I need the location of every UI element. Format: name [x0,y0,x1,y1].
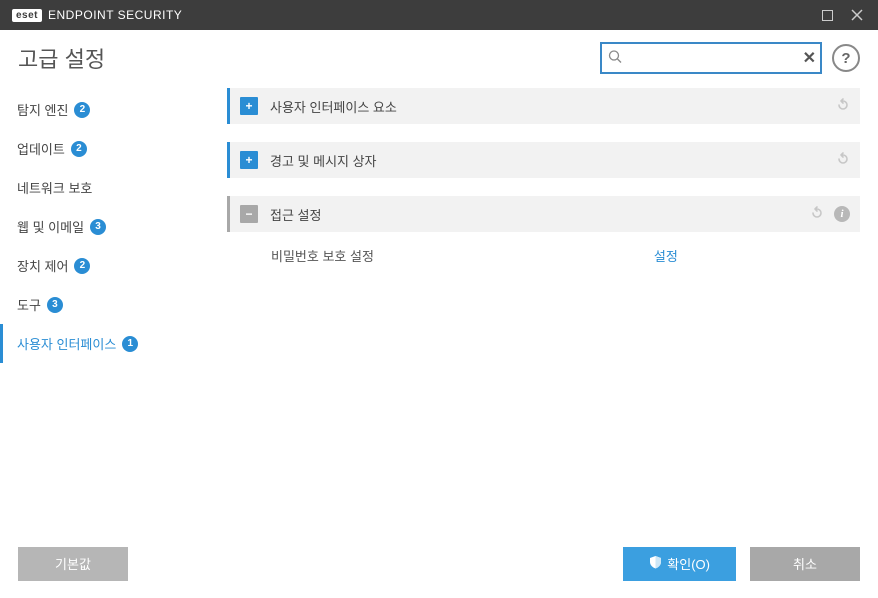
section-title: 접근 설정 [270,205,321,224]
setting-label: 비밀번호 보호 설정 [271,246,374,265]
header: 고급 설정 ✕ ? [0,30,878,84]
badge: 1 [122,336,138,352]
collapse-button[interactable]: − [240,205,258,223]
sidebar-item-label: 네트워크 보호 [17,178,92,197]
sidebar-item-label: 탐지 엔진 [17,100,68,119]
expand-button[interactable]: + [240,97,258,115]
search-clear-button[interactable]: ✕ [803,48,816,68]
badge: 3 [47,297,63,313]
minus-icon: − [245,207,252,221]
help-button[interactable]: ? [832,44,860,72]
undo-icon [835,97,850,112]
section-title: 경고 및 메시지 상자 [270,151,377,170]
search-input[interactable] [600,42,822,74]
sidebar-item-web-email[interactable]: 웹 및 이메일 3 [0,207,215,246]
default-button[interactable]: 기본값 [18,547,128,581]
sidebar-item-network-protection[interactable]: 네트워크 보호 [0,168,215,207]
section-header[interactable]: + 경고 및 메시지 상자 [227,142,860,178]
titlebar: eset ENDPOINT SECURITY [0,0,878,30]
sidebar-item-label: 웹 및 이메일 [17,217,84,236]
section-body: 비밀번호 보호 설정 설정 [227,232,860,271]
badge: 2 [74,258,90,274]
sidebar: 탐지 엔진 2 업데이트 2 네트워크 보호 웹 및 이메일 3 장치 제어 2… [0,84,215,532]
question-icon: ? [841,50,850,67]
product-name: ENDPOINT SECURITY [48,8,182,22]
ok-button[interactable]: 확인(O) [623,547,736,581]
search-icon [608,50,622,67]
section-ui-elements: + 사용자 인터페이스 요소 [227,88,860,124]
reset-button[interactable] [835,151,850,169]
page-title: 고급 설정 [18,42,590,74]
undo-icon [835,151,850,166]
sidebar-item-label: 도구 [17,295,41,314]
search-box: ✕ [600,42,822,74]
sidebar-item-user-interface[interactable]: 사용자 인터페이스 1 [0,324,215,363]
sidebar-item-detection-engine[interactable]: 탐지 엔진 2 [0,90,215,129]
sidebar-item-device-control[interactable]: 장치 제어 2 [0,246,215,285]
info-button[interactable]: i [834,206,850,222]
info-icon: i [840,208,843,220]
reset-button[interactable] [809,205,824,223]
maximize-button[interactable] [812,0,842,30]
undo-icon [809,205,824,220]
maximize-icon [822,10,833,21]
plus-icon: + [245,99,252,113]
sidebar-item-label: 업데이트 [17,139,65,158]
content: + 사용자 인터페이스 요소 + 경고 및 메시지 상자 [215,84,878,532]
setting-action-link[interactable]: 설정 [654,246,678,265]
sidebar-item-tools[interactable]: 도구 3 [0,285,215,324]
reset-button[interactable] [835,97,850,115]
close-icon [851,9,863,21]
badge: 2 [74,102,90,118]
footer: 기본값 확인(O) 취소 [0,532,878,594]
badge: 2 [71,141,87,157]
cancel-button[interactable]: 취소 [750,547,860,581]
badge: 3 [90,219,106,235]
sidebar-item-label: 사용자 인터페이스 [17,334,116,353]
setting-row-password-protection: 비밀번호 보호 설정 설정 [271,246,850,265]
section-access: − 접근 설정 i 비밀번호 보호 설정 설정 [227,196,860,271]
shield-icon [649,555,662,572]
close-button[interactable] [842,0,872,30]
section-header[interactable]: + 사용자 인터페이스 요소 [227,88,860,124]
section-alerts: + 경고 및 메시지 상자 [227,142,860,178]
product-logo: eset ENDPOINT SECURITY [12,8,182,22]
section-title: 사용자 인터페이스 요소 [270,97,397,116]
sidebar-item-update[interactable]: 업데이트 2 [0,129,215,168]
logo-badge: eset [12,9,42,22]
plus-icon: + [245,153,252,167]
section-header[interactable]: − 접근 설정 i [227,196,860,232]
sidebar-item-label: 장치 제어 [17,256,68,275]
expand-button[interactable]: + [240,151,258,169]
